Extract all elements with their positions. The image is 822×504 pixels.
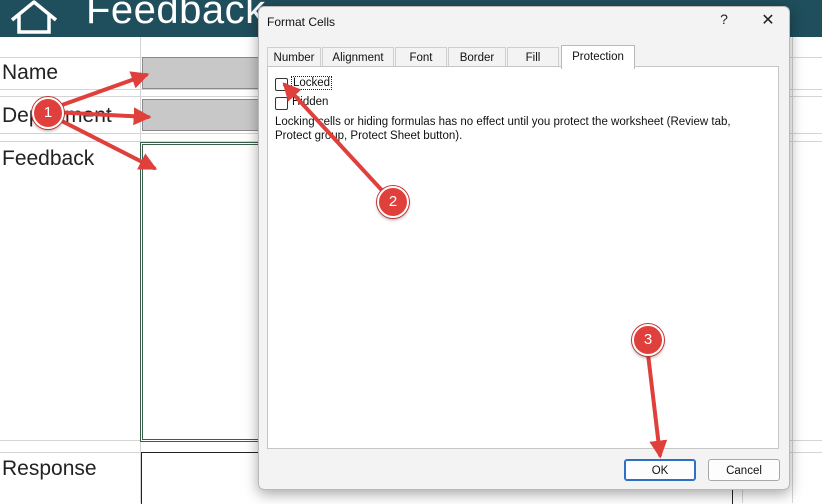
name-input-cell[interactable]: [142, 57, 274, 89]
home-icon[interactable]: [8, 0, 60, 34]
locked-label[interactable]: Locked: [290, 76, 333, 90]
step-marker-2: 2: [377, 186, 409, 218]
tab-number[interactable]: Number: [267, 47, 321, 67]
close-button[interactable]: ✕: [757, 10, 779, 34]
tab-fill[interactable]: Fill: [507, 47, 559, 67]
locked-checkbox[interactable]: [275, 78, 288, 91]
department-input-cell[interactable]: [142, 99, 274, 131]
tab-alignment[interactable]: Alignment: [322, 47, 394, 67]
sheet-title: Feedback: [86, 0, 266, 32]
dialog-title: Format Cells: [267, 15, 336, 29]
tab-border[interactable]: Border: [448, 47, 506, 67]
tab-protection[interactable]: Protection: [561, 45, 635, 69]
cancel-button[interactable]: Cancel: [708, 459, 780, 481]
protection-panel: Locked Hidden Locking cells or hiding fo…: [267, 66, 779, 449]
tab-font[interactable]: Font: [395, 47, 447, 67]
protection-info-text: Locking cells or hiding formulas has no …: [275, 116, 731, 142]
step-marker-1: 1: [32, 97, 64, 129]
hidden-label[interactable]: Hidden: [292, 96, 328, 108]
ok-button[interactable]: OK: [624, 459, 696, 481]
feedback-label: Feedback: [2, 147, 95, 170]
grid-line: [792, 37, 793, 503]
name-label: Name: [2, 61, 59, 84]
help-button[interactable]: ?: [714, 11, 734, 33]
hidden-checkbox[interactable]: [275, 97, 288, 110]
step-marker-3: 3: [632, 324, 664, 356]
format-cells-dialog: Format Cells ? ✕ Number Alignment Font B…: [258, 6, 790, 490]
response-label: Response: [2, 457, 97, 480]
